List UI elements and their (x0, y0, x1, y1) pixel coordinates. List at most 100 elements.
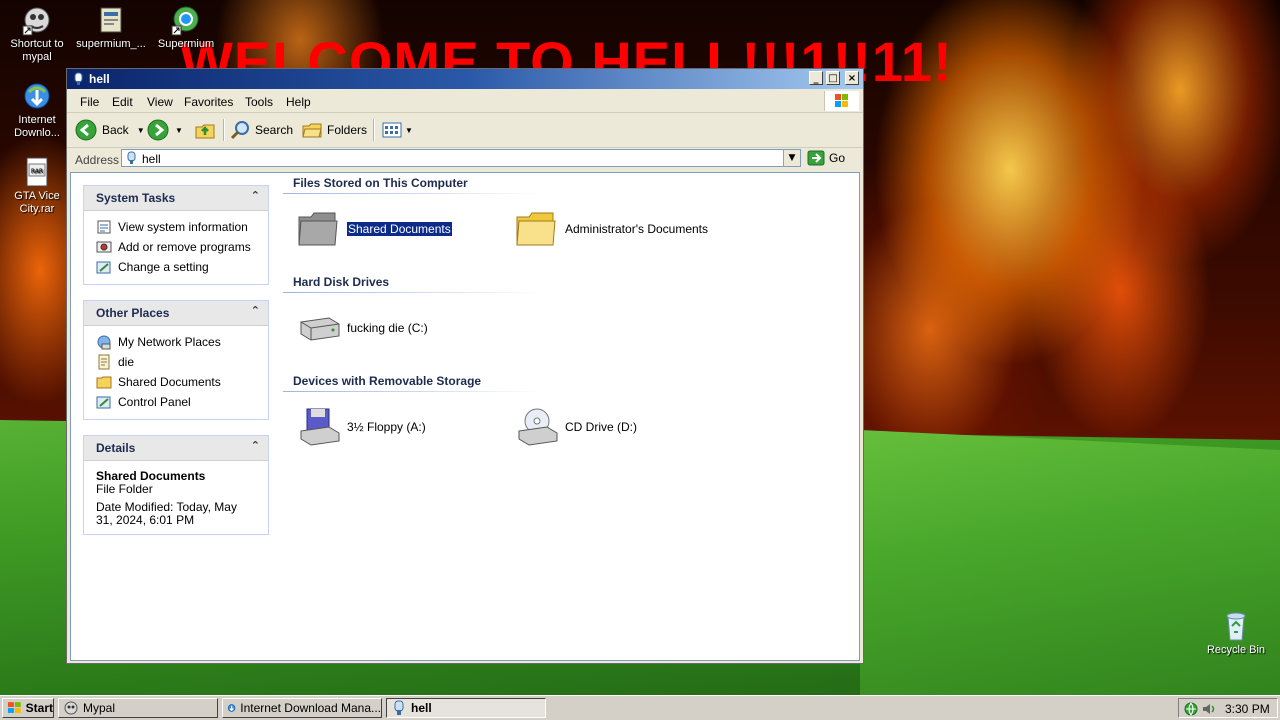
taskbar-item-mypal[interactable]: Mypal (58, 698, 218, 718)
address-input[interactable]: hell ▼ (121, 149, 801, 167)
item-administrators-documents[interactable]: Administrator's Documents (513, 209, 708, 249)
menu-favorites[interactable]: Favorites (184, 95, 233, 109)
start-button[interactable]: Start (2, 698, 54, 718)
item-label: CD Drive (D:) (565, 420, 637, 434)
place-shared-documents[interactable]: Shared Documents (96, 372, 260, 392)
folders-button[interactable]: Folders (301, 118, 367, 142)
group-divider (283, 292, 543, 293)
clock[interactable]: 3:30 PM (1225, 702, 1270, 716)
system-info-icon (97, 220, 111, 234)
desktop-icon-label: Shortcut to mypal (10, 38, 64, 63)
toolbar-separator (373, 119, 375, 141)
desktop-icon-label: Supermium (157, 38, 215, 50)
panel-title: Details (96, 441, 136, 455)
go-button[interactable]: Go (807, 150, 845, 166)
folders-icon (302, 123, 322, 138)
details-header[interactable]: Details ⌃ (84, 436, 268, 461)
address-dropdown-button[interactable]: ▼ (783, 150, 800, 166)
svg-text:RAR: RAR (31, 168, 43, 175)
task-add-remove-programs[interactable]: Add or remove programs (96, 237, 260, 257)
item-label: fucking die (C:) (347, 321, 428, 335)
window-icon (72, 72, 85, 86)
grass-hill-right (860, 430, 1280, 720)
search-button[interactable]: Search (229, 118, 293, 142)
menu-view[interactable]: View (147, 95, 173, 109)
desktop-icon-mypal-shortcut[interactable]: Shortcut to mypal (0, 4, 74, 64)
views-button[interactable]: ▼ (381, 118, 413, 142)
group-title-files-stored: Files Stored on This Computer (293, 176, 468, 190)
desktop-icon-label: Recycle Bin (1206, 644, 1266, 656)
standard-toolbar: Back ▼ ▼ Search Folders ▼ (67, 113, 863, 148)
menu-tools[interactable]: Tools (245, 95, 273, 109)
idm-icon (21, 80, 53, 112)
taskbar-item-label: hell (411, 701, 432, 715)
task-label: Add or remove programs (118, 240, 251, 254)
collapse-chevron-icon[interactable]: ⌃ (251, 439, 260, 452)
place-my-network-places[interactable]: My Network Places (96, 332, 260, 352)
network-tray-icon[interactable] (1183, 701, 1199, 717)
control-panel-icon (96, 261, 111, 274)
views-icon (382, 122, 402, 138)
place-label: Control Panel (118, 395, 191, 409)
chevron-down-icon[interactable]: ▼ (175, 126, 183, 135)
taskbar-item-hell[interactable]: hell (386, 698, 546, 718)
taskbar-item-label: Mypal (83, 701, 116, 715)
rar-file-icon: RAR (21, 156, 53, 188)
hard-drive-icon (300, 317, 340, 341)
desktop-icon-supermium-installer[interactable]: supermium_... (74, 4, 148, 51)
desktop-icon-recycle-bin[interactable]: Recycle Bin (1199, 610, 1273, 657)
other-places-header[interactable]: Other Places ⌃ (84, 301, 268, 326)
desktop-icon-idm[interactable]: Internet Downlo... (0, 80, 74, 140)
item-drive-c[interactable]: fucking die (C:) (295, 308, 428, 348)
speaker-tray-icon[interactable] (1201, 701, 1217, 717)
address-bar: Address hell ▼ Go (67, 148, 863, 170)
item-shared-documents[interactable]: Shared Documents (295, 209, 453, 249)
item-cd-drive-d[interactable]: CD Drive (D:) (513, 407, 637, 447)
place-control-panel[interactable]: Control Panel (96, 392, 260, 412)
group-divider (283, 193, 543, 194)
chevron-down-icon: ▼ (405, 125, 413, 135)
task-label: View system information (118, 220, 248, 234)
window-titlebar[interactable]: hell _ □ × (67, 69, 863, 89)
panel-title: System Tasks (96, 191, 176, 205)
collapse-chevron-icon[interactable]: ⌃ (251, 189, 260, 202)
menu-edit[interactable]: Edit (112, 95, 133, 109)
close-button[interactable]: × (845, 71, 859, 85)
forward-arrow-icon (147, 119, 169, 141)
item-floppy-a[interactable]: 3½ Floppy (A:) (295, 407, 426, 447)
folder-icon (96, 376, 112, 389)
panel-title: Other Places (96, 306, 170, 320)
place-label: die (118, 355, 135, 369)
taskbar-item-idm[interactable]: Internet Download Mana... (222, 698, 382, 718)
desktop-icon-gta-rar[interactable]: RAR GTA Vice City.rar (0, 156, 74, 216)
up-folder-icon (195, 124, 215, 139)
network-places-icon (97, 335, 111, 350)
shared-folder-icon (298, 212, 338, 246)
forward-button[interactable]: ▼ (147, 118, 183, 142)
folder-icon (516, 212, 556, 246)
task-view-system-information[interactable]: View system information (96, 217, 260, 237)
add-remove-programs-icon (96, 241, 112, 253)
back-button[interactable]: Back ▼ (75, 118, 145, 142)
maximize-button[interactable]: □ (826, 71, 840, 85)
minimize-button[interactable]: _ (809, 71, 823, 85)
task-change-setting[interactable]: Change a setting (96, 257, 260, 277)
menu-bar: File Edit View Favorites Tools Help (67, 90, 863, 113)
windows-logo-icon (824, 91, 859, 111)
chevron-down-icon[interactable]: ▼ (137, 126, 145, 135)
menu-help[interactable]: Help (286, 95, 311, 109)
desktop-icon-label: supermium_... (76, 38, 146, 50)
desktop-icon-label: GTA Vice City.rar (14, 190, 60, 215)
folder-location-icon (127, 151, 136, 164)
up-folder-button[interactable] (194, 118, 216, 142)
address-value: hell (142, 152, 161, 166)
system-tray: 3:30 PM (1178, 698, 1278, 718)
place-die[interactable]: die (96, 352, 260, 372)
item-label: Administrator's Documents (565, 222, 709, 236)
collapse-chevron-icon[interactable]: ⌃ (251, 304, 260, 317)
menu-file[interactable]: File (80, 95, 99, 109)
search-label: Search (255, 123, 294, 137)
system-tasks-header[interactable]: System Tasks ⌃ (84, 186, 268, 211)
desktop-icon-supermium[interactable]: Supermium (149, 4, 223, 51)
details-item-type: File Folder (96, 482, 153, 496)
